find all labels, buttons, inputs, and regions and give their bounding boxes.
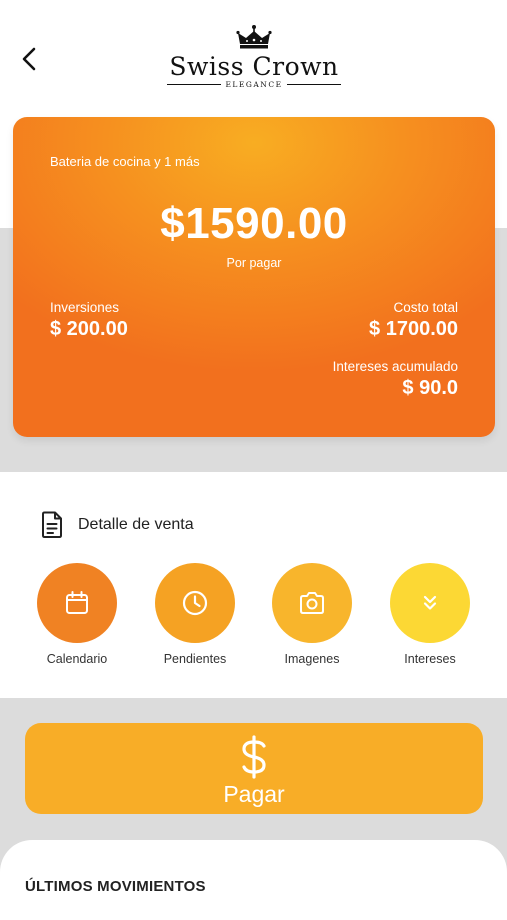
images-label: Imagenes: [284, 652, 340, 666]
document-icon: [42, 511, 62, 538]
investments-value: $ 200.00: [50, 318, 128, 340]
camera-icon: [300, 592, 324, 614]
total-cost-label: Costo total: [393, 300, 458, 315]
app-header: Swiss Crown ELEGANCE: [0, 0, 507, 110]
calendar-icon: [66, 591, 88, 614]
crown-icon: [236, 25, 272, 49]
interest-circle: [390, 563, 470, 643]
quick-actions: Calendario Pendientes Imagenes Intereses: [0, 563, 507, 673]
interest-value: $ 90.0: [402, 377, 458, 399]
divider: [286, 83, 341, 86]
pay-button[interactable]: Pagar: [25, 723, 483, 814]
chevron-left-icon: [22, 47, 36, 71]
interest-label-action: Intereses: [404, 652, 456, 666]
clock-icon: [182, 590, 208, 616]
investments-label: Inversiones: [50, 300, 120, 315]
images-circle: [272, 563, 352, 643]
dollar-icon: [242, 735, 266, 779]
brand-name: Swiss Crown: [169, 52, 339, 81]
images-button[interactable]: Imagenes: [257, 563, 367, 666]
brand-subtitle: ELEGANCE: [225, 80, 283, 89]
brand-subtitle-row: ELEGANCE: [154, 80, 354, 89]
calendar-button[interactable]: Calendario: [22, 563, 132, 666]
amount-due: $1590.00: [160, 199, 348, 248]
interest-button[interactable]: Intereses: [375, 563, 485, 666]
total-cost-value: $ 1700.00: [369, 318, 458, 340]
sale-detail-label: Detalle de venta: [78, 516, 194, 533]
pending-button[interactable]: Pendientes: [140, 563, 250, 666]
balance-card: Bateria de cocina y 1 más $1590.00 Por p…: [13, 117, 495, 437]
sale-detail-link[interactable]: Detalle de venta: [40, 511, 194, 539]
pending-circle: [155, 563, 235, 643]
movements-panel: ÚLTIMOS MOVIMIENTOS: [0, 840, 507, 920]
amount-due-label: Por pagar: [226, 256, 282, 270]
movements-title: ÚLTIMOS MOVIMIENTOS: [25, 878, 206, 895]
calendar-label: Calendario: [46, 652, 108, 666]
calendar-circle: [37, 563, 117, 643]
pay-label: Pagar: [223, 781, 285, 807]
pending-label: Pendientes: [163, 652, 227, 666]
product-name: Bateria de cocina y 1 más: [50, 154, 200, 169]
back-button[interactable]: [14, 44, 44, 74]
divider: [167, 83, 222, 86]
interest-label: Intereses acumulado: [332, 359, 458, 374]
double-chevron-down-icon: [423, 595, 437, 610]
brand-logo: Swiss Crown ELEGANCE: [154, 24, 354, 96]
